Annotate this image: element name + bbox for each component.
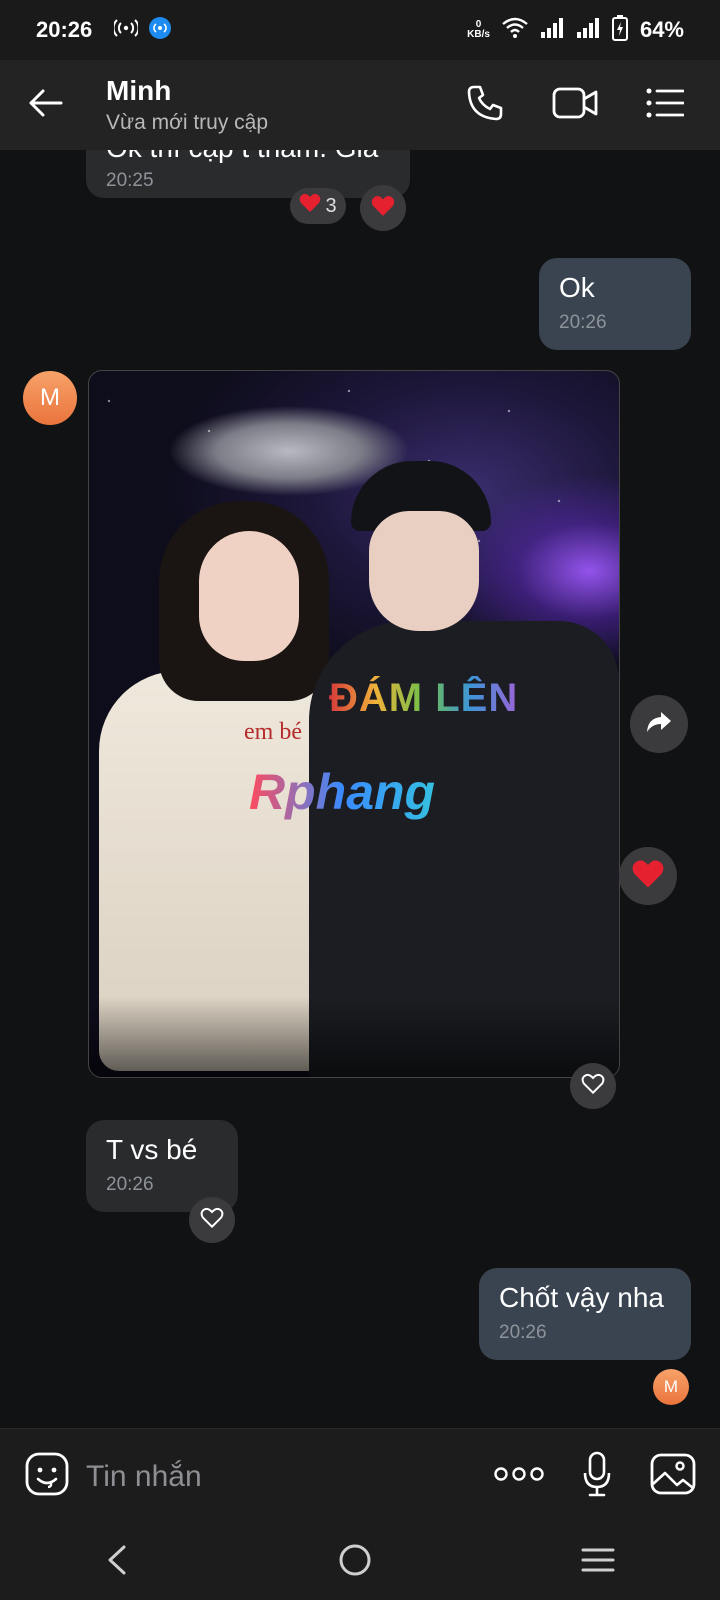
share-button[interactable] — [630, 695, 688, 753]
message-text: Chốt vậy nha — [499, 1282, 664, 1313]
heart-reaction-badge[interactable] — [619, 847, 677, 905]
battery-percent: 64% — [639, 17, 684, 42]
message-time: 20:26 — [106, 1174, 154, 1195]
seen-avatar: M — [653, 1369, 689, 1405]
list-icon[interactable] — [646, 88, 685, 123]
messenger-badge-icon — [148, 16, 172, 45]
message-time: 20:26 — [559, 312, 607, 333]
heart-outline-icon — [200, 1207, 224, 1234]
wifi-icon — [502, 17, 528, 44]
message-list[interactable]: Ok thì cập t thấm. Giá 20:25 3 Ok 20:26 … — [0, 150, 720, 1428]
signal-icon — [540, 17, 564, 44]
heart-icon — [631, 859, 665, 894]
nav-recents-icon[interactable] — [581, 1547, 615, 1578]
system-navigation-bar — [0, 1524, 720, 1600]
message-bubble-incoming[interactable]: Ok thì cập t thấm. Giá 20:25 — [86, 150, 410, 198]
photo-watermark: Rphang — [249, 764, 436, 820]
share-forward-icon — [646, 711, 672, 738]
message-bubble-outgoing[interactable]: Chốt vậy nha 20:26 — [479, 1268, 691, 1360]
status-bar: 20:26 0 KB/s 64% — [0, 0, 720, 60]
chat-header: Minh Vừa mới truy cập — [0, 60, 720, 150]
message-text: T vs bé — [106, 1134, 198, 1165]
message-bubble-outgoing[interactable]: Ok 20:26 — [539, 258, 691, 350]
heart-icon — [299, 193, 321, 219]
phone-icon[interactable] — [466, 84, 504, 127]
arrow-left-icon — [27, 88, 63, 123]
message-time: 20:26 — [499, 1322, 547, 1343]
message-text: Ok — [559, 272, 595, 303]
reaction-count: 3 — [325, 194, 337, 217]
heart-outline-icon — [581, 1073, 605, 1100]
smiley-icon[interactable] — [24, 1451, 70, 1502]
message-input[interactable]: Tin nhắn — [86, 1460, 494, 1494]
photo-tee-text: em bé — [244, 719, 302, 745]
react-button[interactable] — [360, 185, 406, 231]
image-icon[interactable] — [650, 1453, 696, 1500]
message-composer: Tin nhắn — [0, 1428, 720, 1524]
heart-icon — [371, 195, 395, 222]
message-text: Ok thì cập t thấm. Giá — [106, 150, 390, 164]
hotspot-icon — [112, 18, 140, 43]
signal-icon-2 — [576, 17, 600, 44]
message-time: 20:25 — [106, 170, 154, 191]
back-button[interactable] — [0, 60, 90, 150]
nav-home-icon[interactable] — [338, 1543, 372, 1582]
message-photo[interactable]: ĐÁM LÊN em bé Rphang — [88, 370, 620, 1078]
more-dots-icon[interactable] — [494, 1466, 544, 1487]
reaction-summary[interactable]: 3 — [290, 188, 346, 224]
contact-info[interactable]: Minh Vừa mới truy cập — [106, 75, 466, 135]
react-button[interactable] — [189, 1197, 235, 1243]
microphone-icon[interactable] — [582, 1451, 612, 1502]
status-time: 20:26 — [36, 17, 93, 42]
nav-back-icon[interactable] — [105, 1544, 129, 1581]
battery-icon — [611, 14, 628, 46]
photo-shirt-text: ĐÁM LÊN — [329, 676, 519, 720]
contact-name: Minh — [106, 75, 172, 106]
video-camera-icon[interactable] — [552, 86, 598, 125]
net-speed: 0 KB/s — [467, 19, 490, 40]
contact-status: Vừa mới truy cập — [106, 111, 269, 134]
react-button[interactable] — [570, 1063, 616, 1109]
avatar[interactable]: M — [23, 371, 77, 425]
